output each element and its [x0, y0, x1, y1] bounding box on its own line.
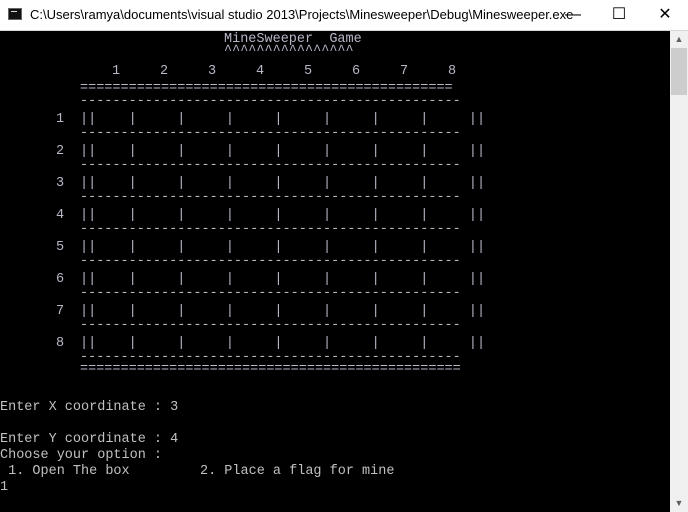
window-title: C:\Users\ramya\documents\visual studio 2…: [30, 7, 574, 22]
column-number: 4: [256, 64, 265, 79]
row-number: 7: [56, 304, 65, 319]
column-number: 7: [400, 64, 409, 79]
row-separator: ----------------------------------------…: [80, 222, 461, 237]
scroll-thumb[interactable]: [671, 48, 687, 95]
row-separator: ----------------------------------------…: [80, 286, 461, 301]
row-separator: ----------------------------------------…: [80, 94, 461, 109]
vertical-scrollbar[interactable]: ▲ ▼: [670, 31, 688, 512]
row-separator: ----------------------------------------…: [80, 190, 461, 205]
row-separator: ----------------------------------------…: [80, 158, 461, 173]
row-number: 2: [56, 144, 65, 159]
scroll-up-arrow-icon[interactable]: ▲: [670, 31, 688, 48]
title-bar[interactable]: C:\Users\ramya\documents\visual studio 2…: [0, 0, 688, 31]
maximize-button[interactable]: ☐: [596, 0, 642, 30]
column-number: 8: [448, 64, 457, 79]
board-bottom-border: ========================================…: [80, 362, 461, 377]
row-separator: ----------------------------------------…: [80, 254, 461, 269]
scroll-down-arrow-icon[interactable]: ▼: [670, 495, 688, 512]
user-input-line[interactable]: 1: [0, 480, 8, 496]
column-number: 3: [208, 64, 217, 79]
close-button[interactable]: ✕: [642, 0, 688, 30]
option-place-flag: 2. Place a flag for mine: [200, 464, 395, 479]
column-number: 6: [352, 64, 361, 79]
row-separator: ----------------------------------------…: [80, 318, 461, 333]
row-separator: ----------------------------------------…: [80, 126, 461, 141]
row-number: 5: [56, 240, 65, 255]
console-app-icon: [8, 8, 22, 20]
title-underline: ^^^^^^^^^^^^^^^^: [224, 44, 354, 59]
column-number: 2: [160, 64, 169, 79]
console-window: C:\Users\ramya\documents\visual studio 2…: [0, 0, 688, 512]
row-number: 3: [56, 176, 65, 191]
column-number: 1: [112, 64, 121, 79]
option-open-box: 1. Open The box: [0, 464, 130, 479]
row-number: 8: [56, 336, 65, 351]
prompt-x-coordinate: Enter X coordinate : 3: [0, 400, 179, 415]
column-number: 5: [304, 64, 313, 79]
console-output[interactable]: MineSweeper Game ^^^^^^^^^^^^^^^^ 1 2 3 …: [0, 31, 670, 512]
row-number: 6: [56, 272, 65, 287]
minimize-button[interactable]: —: [550, 0, 596, 30]
row-number: 1: [56, 112, 65, 127]
prompt-y-coordinate: Enter Y coordinate : 4: [0, 432, 179, 447]
row-number: 4: [56, 208, 65, 223]
choose-option-text: Choose your option :: [0, 448, 163, 463]
